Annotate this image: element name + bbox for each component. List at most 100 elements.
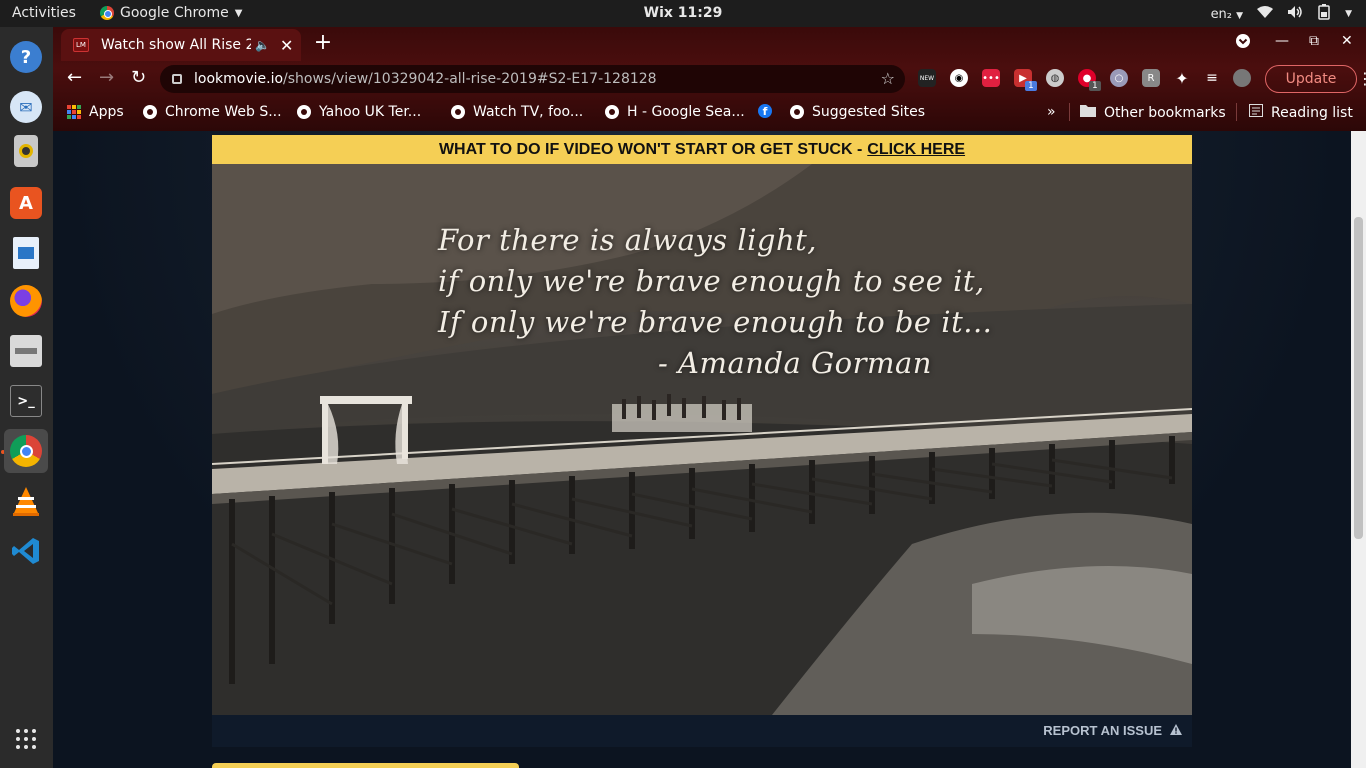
bookmarks-bar: Apps Chrome Web S... Yahoo UK Ter... Wat… [53,97,1366,127]
profile-avatar[interactable] [1233,69,1251,87]
quote-line: If only we're brave enough to be it... [438,305,993,339]
bookmark-label: Reading list [1271,104,1353,121]
battery-icon[interactable] [1317,4,1331,24]
url-path: /shows/view/10329042-all-rise-2019#S2-E1… [283,71,657,87]
extension-circle-icon[interactable]: ○ [1110,69,1128,87]
bookmarks-overflow-button[interactable]: » [1047,104,1056,120]
terminal-icon[interactable]: >_ [4,379,48,423]
folder-icon [1080,104,1096,121]
report-issue-button[interactable]: REPORT AN ISSUE [1043,723,1182,738]
video-footer-bar: REPORT AN ISSUE [212,715,1192,747]
wifi-icon[interactable] [1257,5,1274,23]
quote-line: For there is always light, [438,223,818,257]
scrollbar-thumb[interactable] [1354,217,1363,539]
bookmark-label: Yahoo UK Ter... [319,104,422,120]
bookmark-label: Apps [89,104,124,120]
bookmark-google-search[interactable]: H - Google Sea... [605,104,745,120]
extension-badge: 1 [1025,81,1037,91]
extension-badge-2: 1 [1089,81,1101,91]
keyboard-layout-indicator[interactable]: en₂ ▼ [1211,7,1244,22]
tab-title: Watch show All Rise 2019 [101,37,251,53]
system-menu-chevron-icon[interactable]: ▼ [1345,9,1352,19]
tab-active[interactable]: LM Watch show All Rise 2019 🔈 ✕ [61,29,301,61]
forward-button[interactable]: → [99,69,114,87]
tab-close-icon[interactable]: ✕ [280,36,293,55]
media-control-icon[interactable]: ≡ [1203,69,1221,87]
next-section-banner [212,763,519,768]
bookmark-other-folder[interactable]: Other bookmarks [1080,104,1226,121]
globe-icon [451,105,465,119]
lock-icon[interactable] [172,74,182,84]
extensions-puzzle-icon[interactable]: ✦ [1173,69,1191,88]
vlc-icon[interactable] [4,479,48,523]
system-top-bar: Activities Google Chrome ▼ Wix 11:29 en₂… [0,0,1366,27]
tab-search-icon[interactable] [1235,33,1251,53]
video-player[interactable]: For there is always light, if only we're… [212,164,1192,715]
extension-globe-icon[interactable]: ◍ [1046,69,1064,87]
quote-author: - Amanda Gorman [658,346,932,380]
extension-dots-icon[interactable]: ••• [982,69,1000,87]
help-notice-banner: WHAT TO DO IF VIDEO WON'T START OR GET S… [212,135,1192,164]
vscode-icon[interactable] [4,529,48,573]
help-icon[interactable]: ? [4,35,48,79]
bookmark-label: Chrome Web S... [165,104,282,120]
speaker-app-icon[interactable] [4,129,48,173]
bookmark-label: Suggested Sites [812,104,926,120]
bookmark-apps[interactable]: Apps [67,104,124,120]
volume-icon[interactable] [1287,5,1303,23]
bookmark-suggested-sites[interactable]: Suggested Sites [790,104,925,120]
warning-icon [1170,723,1182,738]
bookmark-yahoo[interactable]: Yahoo UK Ter... [297,104,421,120]
extension-disc-icon[interactable]: ◉ [950,69,968,87]
back-button[interactable]: ← [67,69,82,87]
tab-strip: LM Watch show All Rise 2019 🔈 ✕ + — ⧉ ✕ [53,27,1366,61]
menu-kebab-icon[interactable]: ⋮ [1357,69,1366,88]
software-center-icon[interactable]: A [4,181,48,225]
chrome-icon[interactable] [4,429,48,473]
app-menu[interactable]: Google Chrome ▼ [100,5,242,21]
firefox-icon[interactable] [4,279,48,323]
new-tab-button[interactable]: + [311,32,335,56]
page-scrollbar[interactable] [1351,131,1366,768]
lookmovie-favicon-icon: LM [73,38,89,52]
maximize-button[interactable]: ⧉ [1309,33,1319,49]
apps-grid-icon [67,105,81,119]
dock: ? ✉ A >_ [0,27,53,768]
globe-icon [297,105,311,119]
report-issue-label: REPORT AN ISSUE [1043,723,1162,738]
chevron-down-icon: ▼ [234,7,243,19]
mail-icon[interactable]: ✉ [4,85,48,129]
globe-icon [790,105,804,119]
click-here-link[interactable]: CLICK HERE [867,141,965,159]
chrome-icon [100,6,114,20]
bookmark-watch-tv[interactable]: Watch TV, foo... [451,104,583,120]
reload-button[interactable]: ↻ [131,69,146,87]
video-quote-overlay: For there is always light, if only we're… [438,220,992,384]
bookmark-chrome-web-store[interactable]: Chrome Web S... [143,104,282,120]
close-window-button[interactable]: ✕ [1341,33,1353,49]
file-manager-icon[interactable] [4,329,48,373]
tab-audio-icon[interactable]: 🔈 [255,38,270,52]
bookmark-label: Other bookmarks [1104,104,1226,121]
notice-text: WHAT TO DO IF VIDEO WON'T START OR GET S… [438,140,863,158]
globe-icon [605,105,619,119]
extension-new-icon[interactable]: NEW [918,69,936,87]
app-grid-icon[interactable] [4,717,48,761]
update-button[interactable]: Update [1265,65,1357,93]
facebook-icon: f [758,104,772,118]
bookmark-facebook[interactable]: f [758,104,772,118]
reading-list-icon [1249,104,1263,121]
address-bar[interactable]: lookmovie.io/shows/view/10329042-all-ris… [160,65,905,93]
writer-icon[interactable] [4,231,48,275]
app-menu-label: Google Chrome [120,5,229,21]
toolbar: ← → ↻ lookmovie.io/shows/view/10329042-a… [53,61,1366,97]
quote-line: if only we're brave enough to see it, [438,264,985,298]
minimize-button[interactable]: — [1275,33,1289,49]
clock[interactable]: Wix 11:29 [644,5,723,21]
browser-chrome: LM Watch show All Rise 2019 🔈 ✕ + — ⧉ ✕ … [53,27,1366,131]
reading-list-button[interactable]: Reading list [1249,104,1353,121]
bookmark-star-icon[interactable]: ☆ [881,69,895,88]
extension-r-icon[interactable]: R [1142,69,1160,87]
globe-icon [143,105,157,119]
activities-button[interactable]: Activities [12,5,76,21]
